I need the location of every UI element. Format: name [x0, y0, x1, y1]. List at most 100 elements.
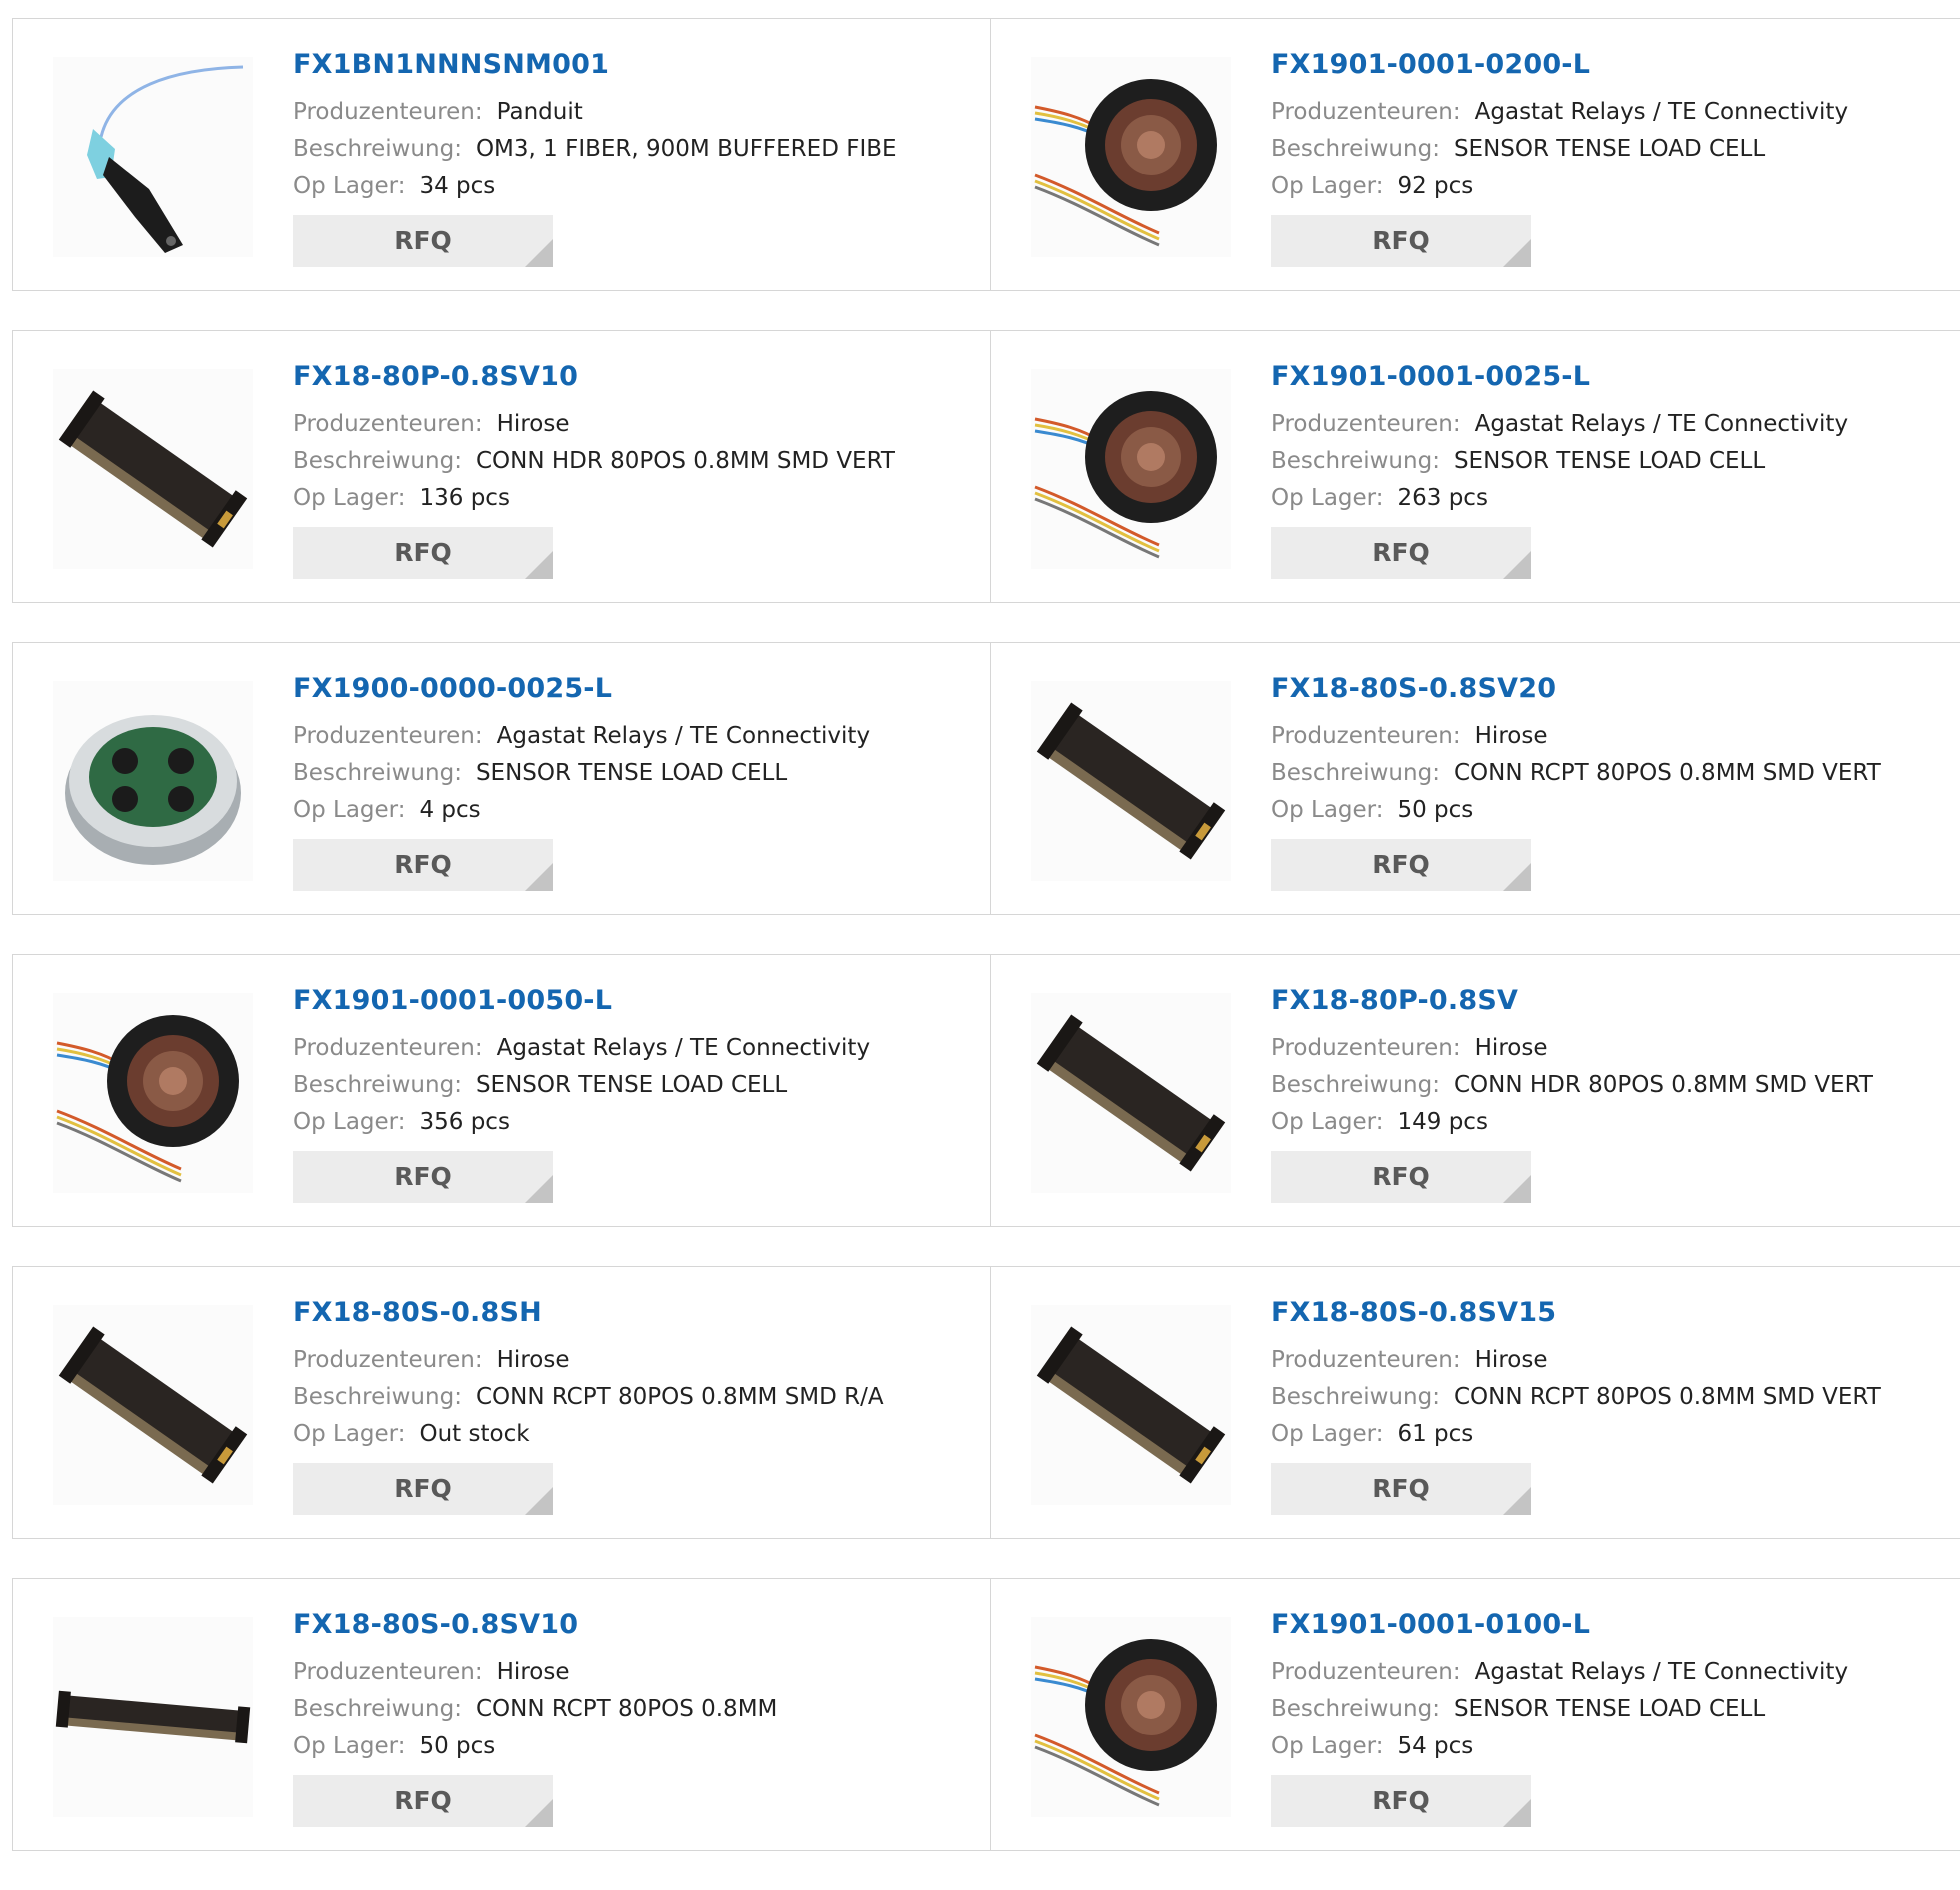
rfq-button[interactable]: RFQ	[1271, 527, 1531, 579]
connector-icon	[55, 1690, 251, 1744]
description-label: Beschreiwung:	[1271, 1696, 1440, 1722]
rfq-button[interactable]: RFQ	[293, 215, 553, 267]
part-number-link[interactable]: FX1BN1NNNSNM001	[293, 49, 897, 80]
product-card: FX1900-0000-0025-L Produzenteuren: Agasta…	[12, 643, 990, 914]
manufacturer-label: Produzenteuren:	[1271, 99, 1461, 125]
rfq-label: RFQ	[1372, 538, 1430, 567]
product-image[interactable]	[1031, 993, 1231, 1193]
rfq-button[interactable]: RFQ	[1271, 1463, 1531, 1515]
product-image[interactable]	[53, 681, 253, 881]
corner-fold-icon	[1503, 1799, 1531, 1827]
part-number-link[interactable]: FX18-80S-0.8SV15	[1271, 1297, 1881, 1328]
stock-value: 92 pcs	[1397, 173, 1474, 199]
product-info: FX1901-0001-0025-L Produzenteuren: Agasta…	[1271, 361, 1848, 579]
stock-label: Op Lager:	[293, 173, 406, 199]
rfq-label: RFQ	[394, 1474, 452, 1503]
manufacturer-row: Produzenteuren: Agastat Relays / TE Conne…	[1271, 94, 1848, 131]
product-card: FX18-80S-0.8SV20 Produzenteuren: Hirose B…	[990, 643, 1960, 914]
manufacturer-value: Panduit	[496, 99, 583, 125]
manufacturer-label: Produzenteuren:	[1271, 723, 1461, 749]
manufacturer-value: Hirose	[496, 411, 570, 437]
rfq-button[interactable]: RFQ	[1271, 1775, 1531, 1827]
product-image[interactable]	[53, 369, 253, 569]
description-row: Beschreiwung: SENSOR TENSE LOAD CELL	[1271, 1691, 1848, 1728]
corner-fold-icon	[525, 239, 553, 267]
stock-row: Op Lager: 356 pcs	[293, 1104, 870, 1141]
description-row: Beschreiwung: CONN RCPT 80POS 0.8MM	[293, 1691, 777, 1728]
product-image[interactable]	[1031, 369, 1231, 569]
load-cell-icon	[1034, 391, 1217, 559]
rfq-button[interactable]: RFQ	[293, 527, 553, 579]
part-number-link[interactable]: FX18-80S-0.8SH	[293, 1297, 884, 1328]
rfq-button[interactable]: RFQ	[1271, 839, 1531, 891]
manufacturer-value: Hirose	[1474, 1347, 1548, 1373]
rfq-button[interactable]: RFQ	[293, 1775, 553, 1827]
description-label: Beschreiwung:	[293, 1384, 462, 1410]
manufacturer-row: Produzenteuren: Agastat Relays / TE Conne…	[1271, 1654, 1848, 1691]
rfq-button[interactable]: RFQ	[1271, 1151, 1531, 1203]
product-image[interactable]	[53, 993, 253, 1193]
stock-label: Op Lager:	[1271, 1733, 1384, 1759]
product-image[interactable]	[53, 1617, 253, 1817]
product-image[interactable]	[53, 1305, 253, 1505]
product-info: FX18-80S-0.8SH Produzenteuren: Hirose Bes…	[293, 1297, 884, 1515]
stock-row: Op Lager: 54 pcs	[1271, 1728, 1848, 1765]
manufacturer-label: Produzenteuren:	[293, 1347, 483, 1373]
description-row: Beschreiwung: SENSOR TENSE LOAD CELL	[1271, 443, 1848, 480]
manufacturer-row: Produzenteuren: Hirose	[293, 1654, 777, 1691]
part-number-link[interactable]: FX1901-0001-0025-L	[1271, 361, 1848, 392]
stock-value: 4 pcs	[419, 797, 481, 823]
product-image[interactable]	[53, 57, 253, 257]
stock-value: 34 pcs	[419, 173, 496, 199]
product-row: FX18-80S-0.8SV10 Produzenteuren: Hirose B…	[12, 1578, 1960, 1851]
part-number-link[interactable]: FX18-80P-0.8SV	[1271, 985, 1873, 1016]
product-image[interactable]	[1031, 681, 1231, 881]
product-image[interactable]	[1031, 1305, 1231, 1505]
part-number-link[interactable]: FX18-80S-0.8SV20	[1271, 673, 1881, 704]
stock-label: Op Lager:	[1271, 1421, 1384, 1447]
manufacturer-label: Produzenteuren:	[293, 723, 483, 749]
rfq-label: RFQ	[1372, 1162, 1430, 1191]
rfq-button[interactable]: RFQ	[293, 1463, 553, 1515]
stock-label: Op Lager:	[293, 1421, 406, 1447]
product-image[interactable]	[1031, 1617, 1231, 1817]
stock-label: Op Lager:	[1271, 797, 1384, 823]
manufacturer-row: Produzenteuren: Agastat Relays / TE Conne…	[293, 1030, 870, 1067]
manufacturer-value: Agastat Relays / TE Connectivity	[1474, 99, 1849, 125]
part-number-link[interactable]: FX1901-0001-0200-L	[1271, 49, 1848, 80]
manufacturer-row: Produzenteuren: Hirose	[1271, 1030, 1873, 1067]
product-info: FX18-80P-0.8SV Produzenteuren: Hirose Bes…	[1271, 985, 1873, 1203]
stock-row: Op Lager: 61 pcs	[1271, 1416, 1881, 1453]
product-info: FX18-80S-0.8SV15 Produzenteuren: Hirose B…	[1271, 1297, 1881, 1515]
description-label: Beschreiwung:	[1271, 1384, 1440, 1410]
product-row: FX18-80S-0.8SH Produzenteuren: Hirose Bes…	[12, 1266, 1960, 1539]
description-value: SENSOR TENSE LOAD CELL	[1453, 448, 1766, 474]
part-number-link[interactable]: FX18-80S-0.8SV10	[293, 1609, 777, 1640]
product-card: FX18-80S-0.8SV15 Produzenteuren: Hirose B…	[990, 1267, 1960, 1538]
stock-label: Op Lager:	[293, 485, 406, 511]
part-number-link[interactable]: FX1900-0000-0025-L	[293, 673, 870, 704]
description-row: Beschreiwung: SENSOR TENSE LOAD CELL	[293, 1067, 870, 1104]
product-info: FX18-80S-0.8SV20 Produzenteuren: Hirose B…	[1271, 673, 1881, 891]
manufacturer-row: Produzenteuren: Agastat Relays / TE Conne…	[293, 718, 870, 755]
product-image[interactable]	[1031, 57, 1231, 257]
rfq-button[interactable]: RFQ	[293, 1151, 553, 1203]
description-label: Beschreiwung:	[1271, 1072, 1440, 1098]
part-number-link[interactable]: FX1901-0001-0100-L	[1271, 1609, 1848, 1640]
product-card: FX1901-0001-0025-L Produzenteuren: Agasta…	[990, 331, 1960, 602]
description-row: Beschreiwung: CONN RCPT 80POS 0.8MM SMD V…	[1271, 755, 1881, 792]
description-value: SENSOR TENSE LOAD CELL	[475, 760, 788, 786]
description-row: Beschreiwung: CONN HDR 80POS 0.8MM SMD VE…	[1271, 1067, 1873, 1104]
description-row: Beschreiwung: CONN RCPT 80POS 0.8MM SMD R…	[293, 1379, 884, 1416]
rfq-button[interactable]: RFQ	[1271, 215, 1531, 267]
product-info: FX1900-0000-0025-L Produzenteuren: Agasta…	[293, 673, 870, 891]
stock-row: Op Lager: 34 pcs	[293, 168, 897, 205]
rfq-label: RFQ	[394, 1786, 452, 1815]
rfq-label: RFQ	[1372, 1474, 1430, 1503]
product-grid: FX1BN1NNNSNM001 Produzenteuren: Panduit B…	[12, 18, 1960, 1890]
part-number-link[interactable]: FX1901-0001-0050-L	[293, 985, 870, 1016]
manufacturer-value: Hirose	[1474, 723, 1548, 749]
product-card: FX1BN1NNNSNM001 Produzenteuren: Panduit B…	[12, 19, 990, 290]
rfq-button[interactable]: RFQ	[293, 839, 553, 891]
part-number-link[interactable]: FX18-80P-0.8SV10	[293, 361, 895, 392]
